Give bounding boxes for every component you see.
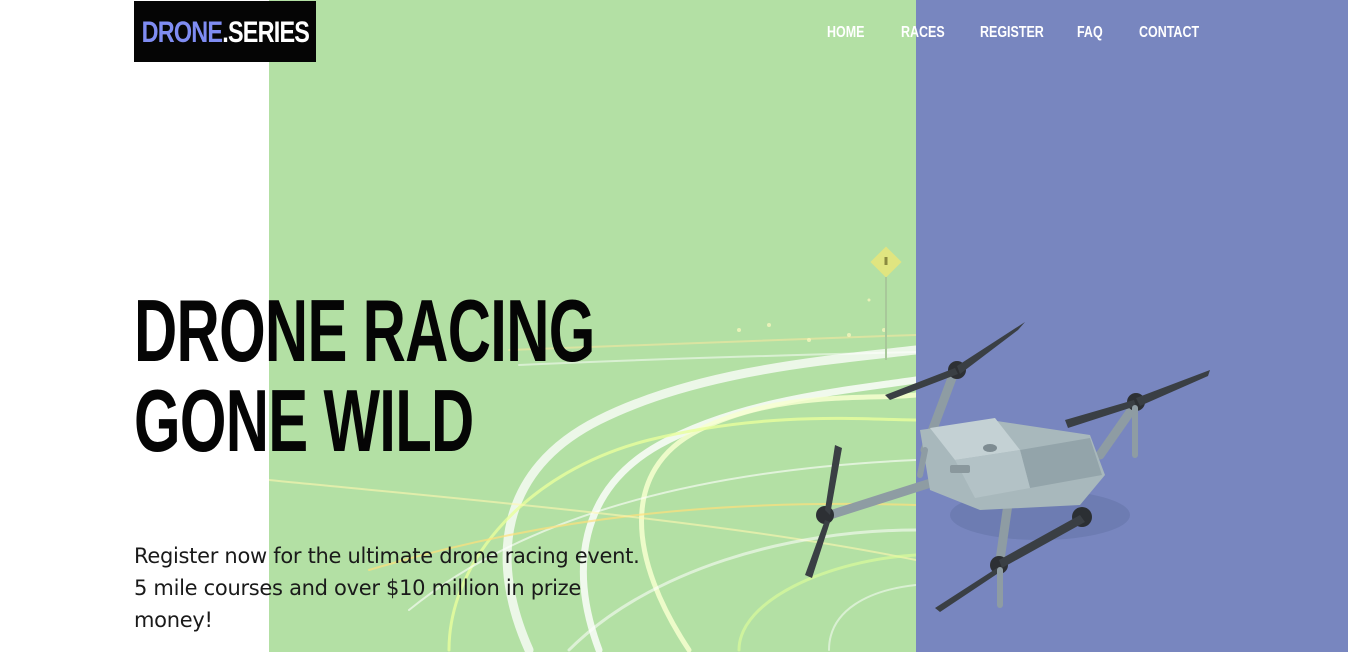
logo-text-series: .SERIES bbox=[221, 15, 310, 49]
nav-link-faq[interactable]: FAQ bbox=[1077, 22, 1103, 44]
nav-link-contact[interactable]: CONTACT bbox=[1139, 22, 1199, 44]
nav-link-register[interactable]: REGISTER bbox=[980, 22, 1044, 44]
nav-link-home[interactable]: HOME bbox=[827, 22, 864, 44]
hero-headline: DRONE RACING GONE WILD bbox=[134, 286, 595, 466]
hero-headline-line1: DRONE RACING bbox=[134, 281, 595, 380]
drone-image bbox=[805, 322, 1210, 612]
nav-link-races[interactable]: RACES bbox=[901, 22, 945, 44]
hero-subtext: Register now for the ultimate drone raci… bbox=[134, 544, 640, 632]
hero-headline-line2: GONE WILD bbox=[134, 371, 474, 470]
logo-text-drone: DRONE bbox=[141, 15, 222, 49]
site-logo[interactable]: DRONE .SERIES bbox=[134, 1, 316, 62]
